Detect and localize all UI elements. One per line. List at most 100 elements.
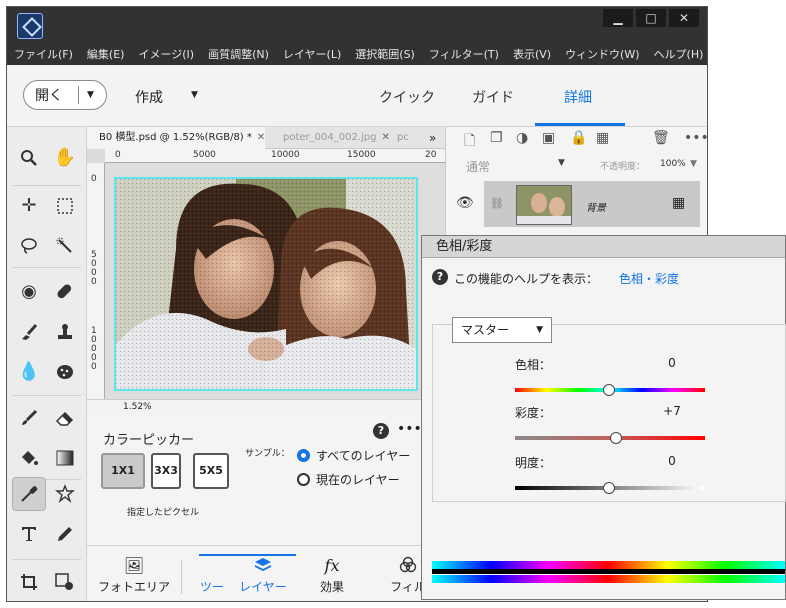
brush-icon[interactable] (12, 401, 46, 435)
blend-mode-chevron-icon[interactable]: ▼ (558, 158, 565, 168)
sample-size-3x3-button[interactable]: 3X3 (151, 453, 181, 489)
spot-healing-icon[interactable] (48, 275, 82, 309)
trash-icon[interactable]: 🗑 (652, 130, 670, 146)
menu-file[interactable]: ファイル(F) (14, 46, 73, 62)
lasso-icon[interactable] (12, 229, 46, 263)
layer-lock-icon: ▦ (672, 195, 686, 211)
sponge-icon[interactable] (48, 355, 82, 389)
menu-layer[interactable]: レイヤー(L) (283, 46, 341, 62)
opacity-chevron-icon[interactable]: ▼ (690, 159, 697, 169)
dialog-title[interactable]: 色相/彩度 (422, 236, 785, 258)
quick-selection-icon[interactable] (48, 229, 82, 263)
menu-filter[interactable]: フィルター(T) (429, 46, 499, 62)
more-options-icon[interactable]: ••• (397, 421, 422, 437)
red-eye-icon[interactable]: ◉ (12, 275, 46, 309)
menu-view[interactable]: 表示(V) (513, 46, 551, 62)
sample-size-5x5-button[interactable]: 5X5 (193, 453, 229, 489)
menu-edit[interactable]: 編集(E) (87, 46, 125, 62)
saturation-value[interactable]: +7 (652, 404, 692, 418)
hue-value[interactable]: 0 (652, 356, 692, 370)
help-icon[interactable]: ? (373, 423, 389, 439)
hue-slider-knob[interactable] (603, 384, 615, 396)
mode-tab-guided[interactable]: ガイド (472, 87, 514, 107)
layer-name[interactable]: 背景 (586, 199, 606, 214)
eraser-icon[interactable] (48, 401, 82, 435)
new-group-icon[interactable]: ❐ (490, 130, 503, 146)
layers-panel-toolbar: 🗋 ❐ ◑ ▣ 🔒 ▦ 🗑 ••• (446, 127, 707, 154)
ruler-label: 15000 (347, 150, 376, 160)
move-icon[interactable]: ✛ (12, 189, 46, 223)
gradient-icon[interactable] (48, 441, 82, 475)
create-button[interactable]: 作成 (135, 87, 163, 107)
menu-image[interactable]: イメージ(I) (138, 46, 194, 62)
adjusted-spectrum-bar (432, 575, 785, 583)
help-icon: ? (432, 269, 448, 285)
canvas-image[interactable] (114, 177, 418, 391)
adjustment-layer-icon[interactable]: ◑ (516, 130, 528, 146)
custom-shape-icon[interactable] (48, 477, 82, 511)
close-icon[interactable]: ✕ (257, 132, 265, 143)
layers-tab[interactable]: レイヤー (233, 546, 293, 601)
effects-tab[interactable]: fx 効果 (307, 546, 357, 601)
crop-icon[interactable] (12, 565, 46, 599)
clone-stamp-icon[interactable] (48, 315, 82, 349)
link-icon[interactable]: ⛓ (490, 197, 504, 210)
sample-size-1x1-button[interactable]: 1X1 (101, 453, 145, 489)
opacity-value[interactable]: 100% (660, 159, 686, 169)
lightness-slider-knob[interactable] (603, 482, 615, 494)
maximize-button[interactable]: □ (636, 9, 666, 27)
document-tab-active[interactable]: B0 横型.psd @ 1.52%(RGB/8) * ✕ (87, 127, 265, 149)
opacity-label: 不透明度： (600, 162, 646, 172)
radio-all-layers[interactable]: すべてのレイヤー (297, 447, 410, 464)
open-button[interactable]: 開く ▼ (23, 80, 107, 110)
saturation-slider-knob[interactable] (610, 432, 622, 444)
help-link[interactable]: 色相・彩度 (619, 270, 679, 287)
menu-help[interactable]: ヘルプ(H) (654, 46, 704, 62)
pencil-icon[interactable] (48, 517, 82, 551)
channel-select[interactable]: マスター ▼ (452, 317, 552, 343)
mode-tab-quick[interactable]: クイック (379, 87, 435, 107)
blur-icon[interactable]: 💧 (12, 355, 46, 389)
effects-tab-label: 効果 (319, 580, 344, 594)
close-button[interactable]: ✕ (669, 9, 699, 27)
lock-icon[interactable]: 🔒 (570, 130, 587, 146)
ruler-label: 1 0 0 0 0 (91, 326, 97, 372)
paint-bucket-icon[interactable] (12, 441, 46, 475)
tabs-overflow-icon[interactable]: » (429, 127, 445, 149)
smart-brush-icon[interactable] (12, 315, 46, 349)
adjustment-box (432, 324, 786, 502)
tools-divider (13, 559, 81, 560)
marquee-icon[interactable] (48, 189, 82, 223)
bottom-panel-bar: 🖼 フォトエリア ツー レイヤー fx 効果 フィル (87, 545, 437, 601)
type-icon[interactable] (12, 517, 46, 551)
chevron-down-icon[interactable]: ▼ (79, 90, 94, 100)
blend-mode-select[interactable]: 通常 (466, 158, 490, 175)
recompose-icon[interactable] (48, 565, 82, 599)
layers-panel: 🗋 ❐ ◑ ▣ 🔒 ▦ 🗑 ••• 通常 ▼ 不透明度： 100% ▼ 👁 ⛓ … (445, 127, 707, 247)
eyedropper-icon[interactable] (12, 477, 46, 511)
new-layer-icon[interactable]: 🗋 (464, 130, 475, 154)
layer-thumbnail (516, 185, 572, 225)
document-tab[interactable]: pc (397, 127, 417, 149)
document-tab[interactable]: poter_004_002.jpg ✕ (269, 127, 390, 149)
menu-enhance[interactable]: 画質調整(N) (208, 46, 269, 62)
lightness-value[interactable]: 0 (652, 454, 692, 468)
minimize-button[interactable]: ▁ (603, 9, 633, 27)
radio-current-layer[interactable]: 現在のレイヤー (297, 471, 400, 488)
radio-selected-icon[interactable] (297, 449, 310, 462)
create-chevron-down-icon[interactable]: ▼ (191, 90, 198, 100)
hand-icon[interactable]: ✋ (48, 141, 82, 175)
more-options-icon[interactable]: ••• (684, 130, 707, 146)
menu-select[interactable]: 選択範囲(S) (355, 46, 415, 62)
radio-unselected-icon[interactable] (297, 473, 310, 486)
menu-window[interactable]: ウィンドウ(W) (565, 46, 639, 62)
tools-divider (13, 267, 81, 268)
tool-options-tab[interactable]: ツー (195, 546, 229, 601)
zoom-icon[interactable] (12, 141, 46, 175)
mode-tab-expert[interactable]: 詳細 (564, 87, 592, 107)
layer-mask-icon[interactable]: ▣ (542, 130, 555, 146)
photo-bin-tab[interactable]: 🖼 フォトエリア (95, 546, 173, 601)
lock-transparency-icon[interactable]: ▦ (596, 130, 609, 146)
close-icon[interactable]: ✕ (381, 132, 389, 143)
eye-icon[interactable]: 👁 (456, 195, 474, 211)
